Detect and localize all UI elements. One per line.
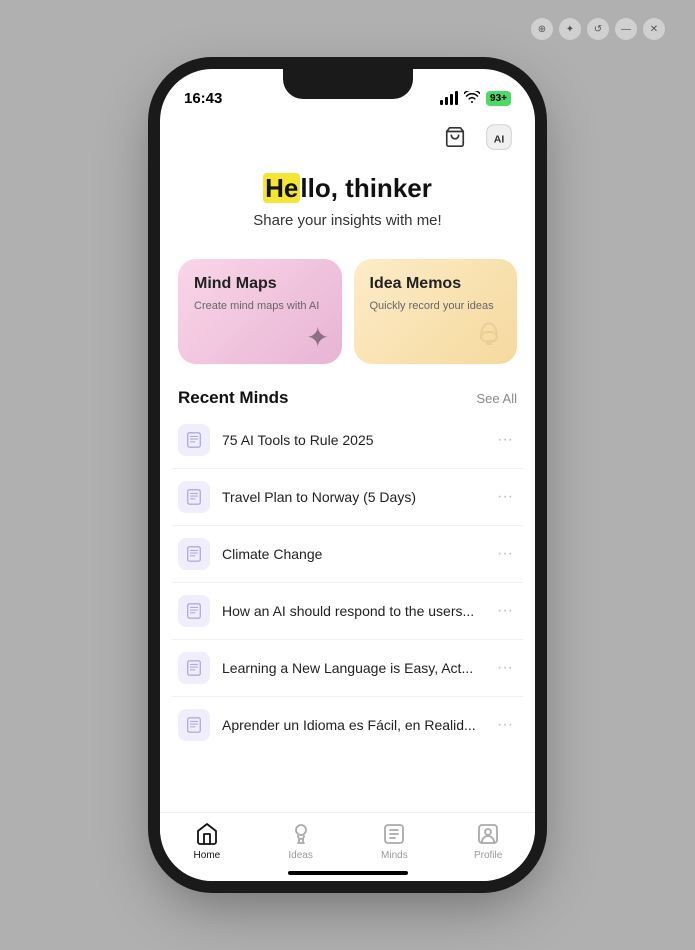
list-item[interactable]: Learning a New Language is Easy, Act... … <box>172 640 523 697</box>
greeting-rest: llo, thinker <box>300 173 431 203</box>
list-item[interactable]: Travel Plan to Norway (5 Days) ··· <box>172 469 523 526</box>
wifi-icon <box>464 91 480 106</box>
idea-memos-subtitle: Quickly record your ideas <box>370 299 502 313</box>
scroll-content[interactable]: Hello, thinker Share your insights with … <box>160 153 535 843</box>
mind-item-text: 75 AI Tools to Rule 2025 <box>222 432 493 448</box>
mind-item-icon <box>178 652 210 684</box>
mind-item-text: How an AI should respond to the users... <box>222 603 493 619</box>
hero-section: Hello, thinker Share your insights with … <box>160 153 535 239</box>
nav-home[interactable]: Home <box>160 821 254 861</box>
idea-memos-card[interactable]: Idea Memos Quickly record your ideas <box>354 259 518 364</box>
recent-section-header: Recent Minds See All <box>160 374 535 412</box>
list-item[interactable]: Climate Change ··· <box>172 526 523 583</box>
chrome-close-btn[interactable]: ✕ <box>643 18 665 40</box>
mind-item-icon <box>178 481 210 513</box>
mind-maps-title: Mind Maps <box>194 275 326 293</box>
mind-item-text: Learning a New Language is Easy, Act... <box>222 660 493 676</box>
profile-icon <box>475 821 501 847</box>
mind-item-more-button[interactable]: ··· <box>493 427 517 453</box>
home-indicator <box>288 871 408 875</box>
mind-item-icon <box>178 709 210 741</box>
list-item[interactable]: Aprender un Idioma es Fácil, en Realid..… <box>172 697 523 753</box>
mind-maps-card-icon: ✦ <box>306 321 329 354</box>
mind-item-more-button[interactable]: ··· <box>493 712 517 738</box>
list-item[interactable]: How an AI should respond to the users...… <box>172 583 523 640</box>
chrome-minimize-btn[interactable]: — <box>615 18 637 40</box>
see-all-button[interactable]: See All <box>477 391 517 406</box>
idea-memos-card-icon <box>473 315 505 354</box>
svg-text:AI: AI <box>494 133 505 145</box>
greeting-text: Hello, thinker <box>180 173 515 204</box>
mind-item-icon <box>178 424 210 456</box>
notch <box>283 69 413 99</box>
subtitle-text: Share your insights with me! <box>180 212 515 229</box>
mind-item-text: Travel Plan to Norway (5 Days) <box>222 489 493 505</box>
mind-item-more-button[interactable]: ··· <box>493 541 517 567</box>
list-item[interactable]: 75 AI Tools to Rule 2025 ··· <box>172 412 523 469</box>
mind-maps-subtitle: Create mind maps with AI <box>194 299 326 313</box>
mind-item-icon <box>178 595 210 627</box>
battery-badge: 93+ <box>486 91 511 106</box>
chrome-pin-btn[interactable]: ⊕ <box>531 18 553 40</box>
ai-icon-button[interactable]: AI <box>483 121 515 153</box>
idea-memos-title: Idea Memos <box>370 275 502 293</box>
chrome-history-btn[interactable]: ↺ <box>587 18 609 40</box>
phone-shell: 16:43 93+ <box>160 69 535 881</box>
nav-profile-label: Profile <box>474 850 502 861</box>
cards-row: Mind Maps Create mind maps with AI ✦ Ide… <box>160 239 535 374</box>
nav-ideas-label: Ideas <box>288 850 312 861</box>
mind-item-text: Aprender un Idioma es Fácil, en Realid..… <box>222 717 493 733</box>
mind-item-text: Climate Change <box>222 546 493 562</box>
mind-maps-card[interactable]: Mind Maps Create mind maps with AI ✦ <box>178 259 342 364</box>
mind-item-icon <box>178 538 210 570</box>
ideas-icon <box>288 821 314 847</box>
cart-icon-button[interactable] <box>439 121 471 153</box>
recent-minds-title: Recent Minds <box>178 388 289 408</box>
top-actions: AI <box>160 113 535 153</box>
chrome-star-btn[interactable]: ✦ <box>559 18 581 40</box>
mind-item-more-button[interactable]: ··· <box>493 484 517 510</box>
nav-minds[interactable]: Minds <box>348 821 442 861</box>
status-time: 16:43 <box>184 90 222 107</box>
mind-item-more-button[interactable]: ··· <box>493 598 517 624</box>
nav-profile[interactable]: Profile <box>441 821 535 861</box>
nav-minds-label: Minds <box>381 850 408 861</box>
nav-ideas[interactable]: Ideas <box>254 821 348 861</box>
home-icon <box>194 821 220 847</box>
greeting-highlight: He <box>263 173 300 203</box>
status-icons: 93+ <box>440 91 511 106</box>
minds-icon <box>381 821 407 847</box>
mind-item-more-button[interactable]: ··· <box>493 655 517 681</box>
nav-home-label: Home <box>194 850 221 861</box>
signal-icon <box>440 91 458 105</box>
mind-items-list: 75 AI Tools to Rule 2025 ··· Travel Plan… <box>160 412 535 753</box>
window-chrome: ⊕ ✦ ↺ — ✕ <box>531 18 665 40</box>
